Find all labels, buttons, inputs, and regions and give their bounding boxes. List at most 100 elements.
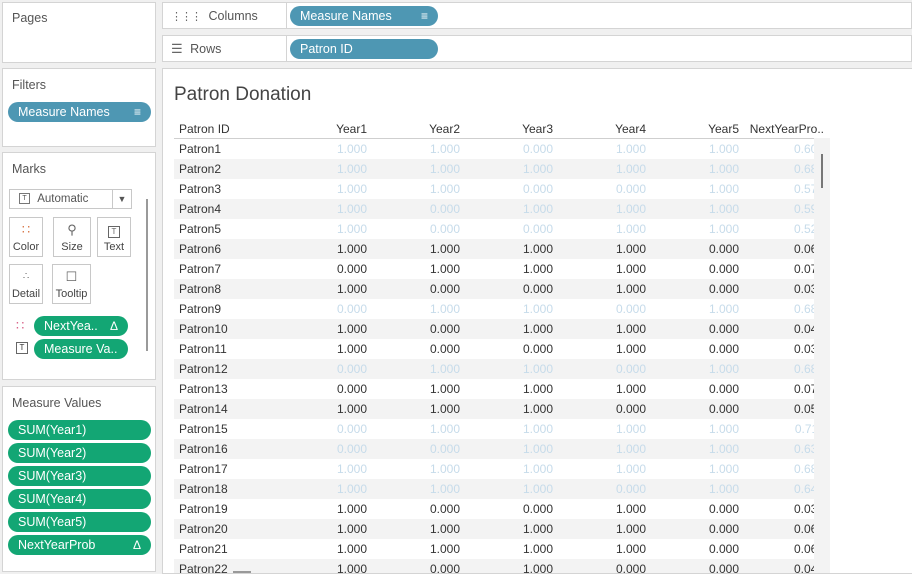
rows-pill-patron-id[interactable]: Patron ID [290, 39, 438, 59]
column-header-year2[interactable]: Year2 [372, 119, 465, 139]
columns-shelf[interactable]: ⋮⋮⋮ Columns Measure Names ≡ [162, 2, 912, 29]
column-header-year4[interactable]: Year4 [558, 119, 651, 139]
table-cell[interactable]: 0.000 [372, 199, 465, 219]
table-cell[interactable]: 1.000 [372, 459, 465, 479]
table-row[interactable]: Patron1 1.000 1.000 0.000 1.000 1.000 0.607 [174, 139, 829, 160]
table-cell[interactable]: 1.000 [279, 219, 372, 239]
column-header-year3[interactable]: Year3 [465, 119, 558, 139]
table-row[interactable]: Patron5 1.000 0.000 0.000 1.000 1.000 0.521 [174, 219, 829, 239]
table-cell[interactable]: 1.000 [558, 499, 651, 519]
table-row[interactable]: Patron11 1.000 0.000 0.000 1.000 0.000 0.035 [174, 339, 829, 359]
table-row[interactable]: Patron12 0.000 1.000 1.000 0.000 1.000 0.680 [174, 359, 829, 379]
table-row[interactable]: Patron4 1.000 0.000 1.000 1.000 1.000 0.599 [174, 199, 829, 219]
table-row[interactable]: Patron13 0.000 1.000 1.000 1.000 0.000 0.076 [174, 379, 829, 399]
row-header[interactable]: Patron2 [174, 159, 279, 179]
row-header[interactable]: Patron4 [174, 199, 279, 219]
table-cell[interactable]: 1.000 [372, 479, 465, 499]
table-row[interactable]: Patron14 1.000 1.000 1.000 0.000 0.000 0.058 [174, 399, 829, 419]
table-cell[interactable]: 1.000 [651, 199, 744, 219]
row-header[interactable]: Patron17 [174, 459, 279, 479]
table-cell[interactable]: 1.000 [558, 259, 651, 279]
row-header[interactable]: Patron15 [174, 419, 279, 439]
table-cell[interactable]: 1.000 [558, 519, 651, 539]
table-cell[interactable]: 1.000 [279, 199, 372, 219]
marks-scrollbar[interactable] [146, 199, 148, 351]
row-header[interactable]: Patron13 [174, 379, 279, 399]
filters-shelf[interactable]: Filters Measure Names ≡ [2, 68, 156, 147]
table-cell[interactable]: 1.000 [279, 179, 372, 199]
measure-pill-year1[interactable]: SUM(Year1) [8, 420, 151, 440]
table-cell[interactable]: 0.000 [558, 179, 651, 199]
table-cell[interactable]: 0.000 [558, 479, 651, 499]
table-cell[interactable]: 1.000 [279, 519, 372, 539]
table-cell[interactable]: 0.000 [372, 339, 465, 359]
table-row[interactable]: Patron20 1.000 1.000 1.000 1.000 0.000 0.066 [174, 519, 829, 539]
table-cell[interactable]: 1.000 [651, 299, 744, 319]
table-cell[interactable]: 0.000 [465, 499, 558, 519]
table-cell[interactable]: 0.000 [558, 399, 651, 419]
table-cell[interactable]: 1.000 [465, 199, 558, 219]
table-cell[interactable]: 0.000 [372, 279, 465, 299]
column-header-nextyearprob[interactable]: NextYearPro.. [744, 119, 829, 139]
table-cell[interactable]: 1.000 [279, 159, 372, 179]
text-button[interactable]: T Text [97, 217, 131, 257]
table-row[interactable]: Patron18 1.000 1.000 1.000 0.000 1.000 0.648 [174, 479, 829, 499]
table-cell[interactable]: 0.000 [279, 259, 372, 279]
measure-pill-year5[interactable]: SUM(Year5) [8, 512, 151, 532]
table-cell[interactable]: 1.000 [279, 339, 372, 359]
table-cell[interactable]: 1.000 [372, 159, 465, 179]
table-cell[interactable]: 0.000 [651, 319, 744, 339]
table-cell[interactable]: 1.000 [558, 439, 651, 459]
row-header[interactable]: Patron3 [174, 179, 279, 199]
table-cell[interactable]: 0.000 [651, 519, 744, 539]
table-cell[interactable]: 1.000 [465, 359, 558, 379]
table-cell[interactable]: 1.000 [279, 479, 372, 499]
measure-pill-year2[interactable]: SUM(Year2) [8, 443, 151, 463]
row-header[interactable]: Patron19 [174, 499, 279, 519]
table-cell[interactable]: 0.000 [651, 239, 744, 259]
row-header[interactable]: Patron7 [174, 259, 279, 279]
row-header[interactable]: Patron1 [174, 139, 279, 160]
table-row[interactable]: Patron9 0.000 1.000 1.000 0.000 1.000 0.680 [174, 299, 829, 319]
table-cell[interactable]: 0.000 [465, 179, 558, 199]
table-cell[interactable]: 1.000 [651, 159, 744, 179]
table-cell[interactable]: 1.000 [558, 239, 651, 259]
row-header[interactable]: Patron8 [174, 279, 279, 299]
columns-pill-measure-names[interactable]: Measure Names ≡ [290, 6, 438, 26]
table-cell[interactable]: 1.000 [558, 339, 651, 359]
table-cell[interactable]: 0.000 [651, 259, 744, 279]
row-header[interactable]: Patron11 [174, 339, 279, 359]
measure-pill-nextyearprob[interactable]: NextYearProb Δ [8, 535, 151, 555]
table-cell[interactable]: 0.000 [372, 499, 465, 519]
table-cell[interactable]: 1.000 [465, 299, 558, 319]
table-cell[interactable]: 1.000 [651, 419, 744, 439]
table-cell[interactable]: 1.000 [279, 279, 372, 299]
table-row[interactable]: Patron16 0.000 0.000 1.000 1.000 1.000 0.634 [174, 439, 829, 459]
table-cell[interactable]: 1.000 [558, 219, 651, 239]
row-header[interactable]: Patron14 [174, 399, 279, 419]
table-cell[interactable]: 1.000 [372, 299, 465, 319]
table-cell[interactable]: 1.000 [372, 519, 465, 539]
table-row[interactable]: Patron15 0.000 1.000 1.000 1.000 1.000 0.711 [174, 419, 829, 439]
table-cell[interactable]: 0.000 [651, 499, 744, 519]
measure-values-shelf[interactable]: Measure Values SUM(Year1) SUM(Year2) SUM… [2, 386, 156, 572]
table-cell[interactable]: 1.000 [465, 419, 558, 439]
table-row[interactable]: Patron6 1.000 1.000 1.000 1.000 0.000 0.066 [174, 239, 829, 259]
table-cell[interactable]: 0.000 [372, 439, 465, 459]
color-button[interactable]: ∷ Color [9, 217, 43, 257]
table-cell[interactable]: 1.000 [465, 319, 558, 339]
table-cell[interactable]: 0.000 [465, 219, 558, 239]
table-cell[interactable]: 1.000 [279, 239, 372, 259]
tooltip-button[interactable]: ☐ Tooltip [52, 264, 91, 304]
scrollbar-thumb[interactable] [821, 154, 823, 188]
horizontal-scrollbar-thumb[interactable] [233, 571, 251, 573]
table-row[interactable]: Patron17 1.000 1.000 1.000 1.000 1.000 0.680 [174, 459, 829, 479]
table-row[interactable]: Patron21 1.000 1.000 1.000 1.000 0.000 0.066 [174, 539, 829, 559]
table-cell[interactable]: 0.000 [279, 299, 372, 319]
table-cell[interactable]: 1.000 [651, 439, 744, 459]
row-header[interactable]: Patron6 [174, 239, 279, 259]
table-cell[interactable]: 1.000 [372, 359, 465, 379]
table-cell[interactable]: 0.000 [651, 339, 744, 359]
table-cell[interactable]: 1.000 [465, 559, 558, 573]
table-cell[interactable]: 0.000 [279, 379, 372, 399]
